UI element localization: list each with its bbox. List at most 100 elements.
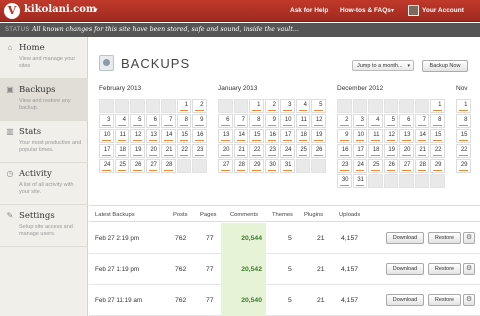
calendar-day[interactable]: 25 [295,144,310,158]
calendar-day[interactable]: 11 [114,129,129,143]
calendar-day[interactable]: 5 [130,114,145,128]
calendar-day[interactable]: 22 [456,144,471,158]
calendar-day[interactable]: 29 [249,159,264,173]
calendar-day[interactable]: 10 [99,129,114,143]
calendar-day[interactable]: 15 [249,129,264,143]
calendar-day[interactable]: 22 [430,144,445,158]
calendar-day[interactable]: 21 [233,144,248,158]
calendar-day[interactable]: 4 [114,114,129,128]
calendar-day[interactable]: 20 [145,144,160,158]
calendar-day[interactable]: 24 [352,159,367,173]
calendar-day[interactable]: 18 [295,129,310,143]
calendar-day[interactable]: 14 [161,129,176,143]
calendar-day[interactable]: 28 [233,159,248,173]
calendar-day[interactable]: 1 [430,99,445,113]
calendar-day[interactable]: 24 [99,159,114,173]
calendar-day[interactable]: 6 [218,114,233,128]
calendar-day[interactable]: 9 [264,114,279,128]
calendar-day[interactable]: 25 [368,159,383,173]
download-button[interactable]: Download [386,294,424,306]
sidebar-item-stats[interactable]: ▥ Stats Your most productive and popular… [0,121,88,163]
calendar-day[interactable]: 27 [218,159,233,173]
calendar-day[interactable]: 19 [311,129,326,143]
calendar-day[interactable]: 1 [176,99,191,113]
calendar-day[interactable]: 31 [352,174,367,188]
calendar-day[interactable]: 14 [414,129,429,143]
calendar-day[interactable]: 22 [249,144,264,158]
restore-button[interactable]: Restore [428,232,461,244]
calendar-day[interactable]: 13 [218,129,233,143]
jump-to-month-select[interactable]: Jump to a month... ▾ [352,60,414,71]
calendar-day[interactable]: 17 [352,144,367,158]
calendar-day[interactable]: 28 [414,159,429,173]
calendar-day[interactable]: 7 [161,114,176,128]
sidebar-item-backups[interactable]: ▣ Backups View and restore any backup. [0,79,88,121]
calendar-day[interactable]: 17 [99,144,114,158]
calendar-day[interactable]: 3 [99,114,114,128]
calendar-day[interactable]: 26 [383,159,398,173]
calendar-day[interactable]: 10 [352,129,367,143]
calendar-day[interactable]: 26 [311,144,326,158]
calendar-day[interactable]: 2 [192,99,207,113]
calendar-day[interactable]: 1 [456,99,471,113]
site-name[interactable]: kikolani.com [24,4,97,15]
backup-now-button[interactable]: Backup Now [422,60,468,72]
calendar-day[interactable]: 23 [264,144,279,158]
calendar-day[interactable]: 8 [430,114,445,128]
calendar-day[interactable]: 28 [161,159,176,173]
calendar-day[interactable]: 21 [161,144,176,158]
gear-icon[interactable]: ⚙ [463,294,475,306]
calendar-day[interactable]: 27 [399,159,414,173]
calendar-day[interactable]: 5 [311,99,326,113]
calendar-day[interactable]: 4 [295,99,310,113]
calendar-day[interactable]: 6 [145,114,160,128]
download-button[interactable]: Download [386,232,424,244]
ask-for-help-link[interactable]: Ask for Help [290,7,328,14]
calendar-day[interactable]: 8 [176,114,191,128]
calendar-day[interactable]: 9 [192,114,207,128]
calendar-day[interactable]: 7 [233,114,248,128]
calendar-day[interactable]: 12 [130,129,145,143]
calendar-day[interactable]: 12 [311,114,326,128]
calendar-day[interactable]: 31 [280,159,295,173]
calendar-day[interactable]: 3 [352,114,367,128]
calendar-day[interactable]: 18 [368,144,383,158]
calendar-day[interactable]: 29 [456,159,471,173]
calendar-day[interactable]: 13 [399,129,414,143]
calendar-day[interactable]: 8 [249,114,264,128]
calendar-day[interactable]: 19 [130,144,145,158]
calendar-day[interactable]: 19 [383,144,398,158]
calendar-day[interactable]: 11 [295,114,310,128]
calendar-day[interactable]: 6 [399,114,414,128]
calendar-day[interactable]: 14 [233,129,248,143]
sidebar-item-home[interactable]: ⌂ Home View and manage your sites [0,37,88,79]
calendar-day[interactable]: 27 [145,159,160,173]
calendar-day[interactable]: 8 [456,114,471,128]
calendar-day[interactable]: 2 [337,114,352,128]
calendar-day[interactable]: 18 [114,144,129,158]
calendar-day[interactable]: 7 [414,114,429,128]
vaultpress-logo-icon[interactable]: V [4,3,20,19]
howtos-chevron-icon[interactable]: ▾ [391,7,394,14]
calendar-day[interactable]: 4 [368,114,383,128]
calendar-day[interactable]: 15 [456,129,471,143]
calendar-day[interactable]: 15 [176,129,191,143]
calendar-day[interactable]: 11 [368,129,383,143]
calendar-day[interactable]: 23 [192,144,207,158]
calendar-day[interactable]: 2 [264,99,279,113]
calendar-day[interactable]: 3 [280,99,295,113]
calendar-day[interactable]: 9 [337,129,352,143]
gear-icon[interactable]: ⚙ [463,232,475,244]
calendar-day[interactable]: 20 [399,144,414,158]
calendar-day[interactable]: 16 [192,129,207,143]
calendar-day[interactable]: 30 [264,159,279,173]
site-switcher-chevron-icon[interactable]: ▾ [94,6,98,14]
gear-icon[interactable]: ⚙ [463,263,475,275]
restore-button[interactable]: Restore [428,294,461,306]
download-button[interactable]: Download [386,263,424,275]
calendar-day[interactable]: 23 [337,159,352,173]
calendar-day[interactable]: 21 [414,144,429,158]
calendar-day[interactable]: 10 [280,114,295,128]
calendar-day[interactable]: 29 [430,159,445,173]
howtos-faqs-link[interactable]: How-tos & FAQs [340,7,391,14]
